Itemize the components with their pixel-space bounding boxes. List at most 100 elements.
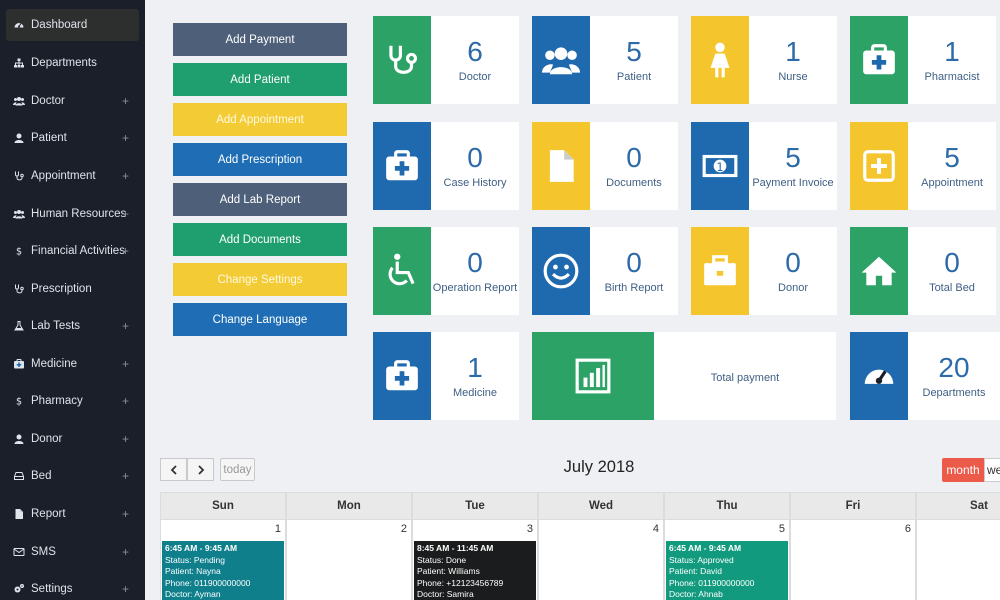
sidebar-item-prescription[interactable]: Prescription xyxy=(6,273,139,305)
sidebar-item-label: Dashboard xyxy=(31,19,88,31)
sidebar-item-departments[interactable]: Departments xyxy=(6,47,139,79)
users-icon xyxy=(532,16,590,104)
sidebar-item-report[interactable]: Report + xyxy=(6,498,139,530)
event-status: Status: Approved xyxy=(669,554,734,565)
event-time: 6:45 AM - 9:45 AM xyxy=(165,543,238,553)
sidebar-item-lab-tests[interactable]: Lab Tests + xyxy=(6,310,139,342)
add-payment-button[interactable]: Add Payment xyxy=(173,23,347,56)
stethoscope-icon xyxy=(373,16,431,104)
dashboard-icon xyxy=(9,19,29,31)
sidebar-item-sms[interactable]: SMS + xyxy=(6,536,139,568)
add-prescription-button[interactable]: Add Prescription xyxy=(173,143,347,176)
gears-icon xyxy=(9,583,29,595)
medkit-icon xyxy=(373,332,431,420)
calendar-day-cell[interactable]: 2 xyxy=(286,520,412,600)
stat-card-payment-invoice[interactable]: 1 5 Payment Invoice xyxy=(691,122,837,210)
add-lab-report-button[interactable]: Add Lab Report xyxy=(173,183,347,216)
weekday-header: Wed xyxy=(538,492,664,520)
stat-card-operation-report[interactable]: 0 Operation Report xyxy=(373,227,519,315)
svg-text:$: $ xyxy=(16,397,22,408)
calendar-event[interactable]: 6:45 AM - 9:45 AM Status: Approved Patient… xyxy=(666,541,788,600)
stat-card-appointment[interactable]: 5 Appointment xyxy=(850,122,996,210)
prev-button[interactable] xyxy=(160,458,187,481)
calendar-day-cell[interactable]: 4 xyxy=(538,520,664,600)
stat-label: Appointment xyxy=(921,177,983,189)
stat-label: Patient xyxy=(616,71,652,83)
event-patient: Patient: David xyxy=(669,566,722,577)
sidebar-item-label: Prescription xyxy=(31,283,92,295)
bar-chart-icon xyxy=(532,332,654,420)
sidebar-item-label: Medicine xyxy=(31,358,78,370)
sidebar-item-donor[interactable]: Donor + xyxy=(6,423,139,455)
weekday-header: Sat xyxy=(916,492,1000,520)
stat-label: Total Bed xyxy=(929,282,975,294)
stat-count: 0 xyxy=(467,142,483,173)
stat-card-patient[interactable]: 5 Patient xyxy=(532,16,678,104)
stethoscope-icon xyxy=(9,283,29,295)
change-language-button[interactable]: Change Language xyxy=(173,303,347,336)
sidebar-item-settings[interactable]: Settings + xyxy=(6,573,139,600)
stat-label: Departments xyxy=(922,387,986,399)
sidebar-item-label: Human Resources xyxy=(31,208,127,220)
hdd-icon xyxy=(9,470,29,482)
event-time: 6:45 AM - 9:45 AM xyxy=(669,543,742,553)
event-phone: Phone: 011900000000 xyxy=(669,577,755,588)
next-button[interactable] xyxy=(187,458,214,481)
stat-card-case-history[interactable]: 0 Case History xyxy=(373,122,519,210)
expand-icon: + xyxy=(121,507,129,521)
change-settings-button[interactable]: Change Settings xyxy=(173,263,347,296)
weekday-header: Tue xyxy=(412,492,538,520)
envelope-icon xyxy=(9,546,29,558)
calendar-day-cell[interactable]: 6 xyxy=(790,520,916,600)
stat-card-nurse[interactable]: 1 Nurse xyxy=(691,16,837,104)
stat-card-pharmacist[interactable]: 1 Pharmacist xyxy=(850,16,996,104)
week-view-button[interactable]: we xyxy=(984,458,1000,482)
svg-text:$: $ xyxy=(16,247,22,258)
stat-card-total-bed[interactable]: 0 Total Bed xyxy=(850,227,996,315)
event-patient: Patient: Nayna xyxy=(165,566,221,577)
stat-count: 0 xyxy=(467,247,483,278)
stat-label: Pharmacist xyxy=(924,71,980,83)
sidebar-item-bed[interactable]: Bed + xyxy=(6,460,139,492)
expand-icon: + xyxy=(121,394,129,408)
stat-card-documents[interactable]: 0 Documents xyxy=(532,122,678,210)
calendar-event[interactable]: 8:45 AM - 11:45 AM Status: Done Patient: W… xyxy=(414,541,536,600)
calendar-event[interactable]: 6:45 AM - 9:45 AM Status: Pending Patient:… xyxy=(162,541,284,600)
sidebar-item-appointment[interactable]: Appointment + xyxy=(6,160,139,192)
stat-card-birth-report[interactable]: 0 Birth Report xyxy=(532,227,678,315)
event-status: Status: Pending xyxy=(165,554,226,565)
stat-label: Operation Report xyxy=(432,282,518,294)
expand-icon: + xyxy=(121,545,129,559)
stat-label: Documents xyxy=(606,177,662,189)
calendar-day-cell[interactable] xyxy=(916,520,1000,600)
users-icon xyxy=(9,208,29,220)
dashboard-icon xyxy=(850,332,908,420)
add-patient-button[interactable]: Add Patient xyxy=(173,63,347,96)
sidebar-item-human-resources[interactable]: Human Resources + xyxy=(6,198,139,230)
month-view-button[interactable]: month xyxy=(942,458,984,482)
medkit-icon xyxy=(850,16,908,104)
event-patient: Patient: Williams xyxy=(417,566,480,577)
sidebar-item-label: Settings xyxy=(31,583,73,595)
weekday-header: Sun xyxy=(160,492,286,520)
add-documents-button[interactable]: Add Documents xyxy=(173,223,347,256)
sidebar-item-patient[interactable]: Patient + xyxy=(6,122,139,154)
sidebar-item-financial-activities[interactable]: $ Financial Activities + xyxy=(6,235,139,267)
sidebar-item-pharmacy[interactable]: $ Pharmacy + xyxy=(6,385,139,417)
expand-icon: + xyxy=(121,357,129,371)
sidebar-item-doctor[interactable]: Doctor + xyxy=(6,85,139,117)
add-appointment-button[interactable]: Add Appointment xyxy=(173,103,347,136)
file-icon xyxy=(9,508,29,520)
sidebar-item-medicine[interactable]: Medicine + xyxy=(6,348,139,380)
sidebar-item-label: Pharmacy xyxy=(31,395,83,407)
stat-card-doctor[interactable]: 6 Doctor xyxy=(373,16,519,104)
event-phone: Phone: 011900000000 xyxy=(165,577,251,588)
stat-card-medicine[interactable]: 1 Medicine xyxy=(373,332,519,420)
today-button[interactable]: today xyxy=(220,458,255,481)
sidebar-item-dashboard[interactable]: Dashboard xyxy=(6,9,139,41)
stat-card-donor[interactable]: 0 Donor xyxy=(691,227,837,315)
stat-card-total-payment[interactable]: Total payment xyxy=(532,332,836,420)
user-icon xyxy=(9,132,29,144)
stat-card-departments[interactable]: 20 Departments xyxy=(850,332,1000,420)
stat-count: 1 xyxy=(785,36,801,67)
